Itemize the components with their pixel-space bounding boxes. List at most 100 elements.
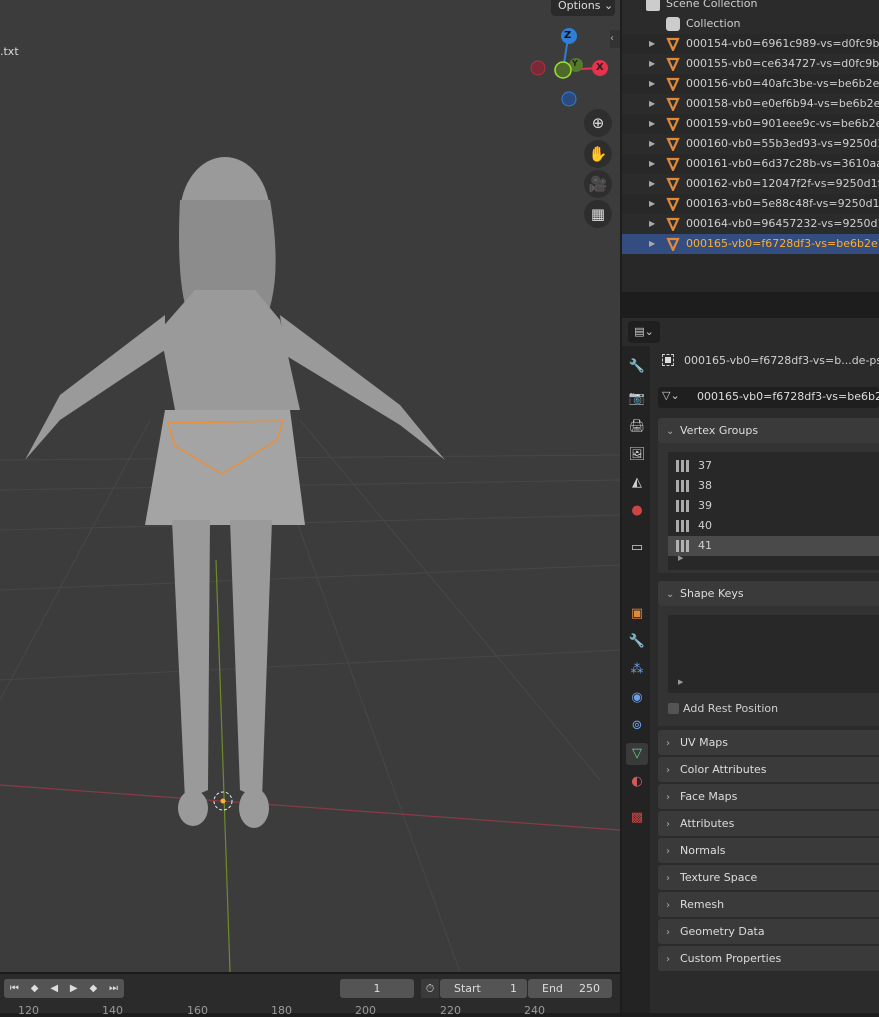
expand-arrow-icon[interactable]: ▶ <box>649 74 655 94</box>
play-icon[interactable]: ▶ <box>70 979 78 998</box>
add-rest-position-checkbox[interactable] <box>668 703 679 714</box>
3d-viewport[interactable]: .txt Z Y X Options ⌄ ‹ ⊕ ✋ 🎥 ▦ <box>0 0 620 972</box>
object-icon <box>662 354 674 366</box>
start-frame-field[interactable]: Start 1 <box>440 979 527 998</box>
outliner-scene-collection[interactable]: Scene Collection <box>622 0 879 14</box>
options-dropdown[interactable]: Options ⌄ <box>551 0 615 16</box>
expand-arrow-icon[interactable]: ▶ <box>649 234 655 254</box>
frame-tick: 220 <box>440 1004 461 1017</box>
outliner-item[interactable]: ▶ 000160-vb0=55b3ed93-vs=9250d1f <box>622 134 879 154</box>
shape-keys-panel-header[interactable]: ⌄ Shape Keys <box>658 581 879 606</box>
frame-tick: 240 <box>524 1004 545 1017</box>
gizmo-z-label[interactable]: Z <box>564 30 571 41</box>
outliner-item-label: 000156-vb0=40afc3be-vs=be6b2e71 <box>686 77 879 90</box>
expand-arrow-icon[interactable]: ▶ <box>649 194 655 214</box>
physics-tab-icon[interactable]: ◉ <box>626 687 648 709</box>
world-tab-icon[interactable]: ● <box>626 500 648 522</box>
panel-header[interactable]: › Face Maps <box>658 784 879 809</box>
output-tab-icon[interactable]: 🖨 <box>626 416 648 438</box>
scene-tab-icon[interactable]: ◭ <box>626 472 648 494</box>
outliner-item[interactable]: ▶ 000164-vb0=96457232-vs=9250d1 <box>622 214 879 234</box>
mesh-object-icon <box>666 97 680 111</box>
vertex-group-icon <box>676 520 689 532</box>
expand-arrow-icon[interactable]: ▶ <box>649 214 655 234</box>
zoom-icon[interactable]: ⊕ <box>584 109 612 137</box>
panel-header[interactable]: › Normals <box>658 838 879 863</box>
outliner-item[interactable]: ▶ 000154-vb0=6961c989-vs=d0fc9b9 <box>622 34 879 54</box>
expand-arrow-icon[interactable]: ▶ <box>649 114 655 134</box>
gizmo-x-label[interactable]: X <box>596 62 604 73</box>
camera-icon[interactable]: 🎥 <box>584 170 612 198</box>
vertex-group-item[interactable]: 37 <box>668 456 879 476</box>
outliner-item[interactable]: ▶ 000161-vb0=6d37c28b-vs=3610aaa <box>622 154 879 174</box>
expand-arrow-icon[interactable]: ▶ <box>649 34 655 54</box>
panel-header[interactable]: › UV Maps <box>658 730 879 755</box>
view-layer-tab-icon[interactable]: 🖼 <box>626 444 648 466</box>
mesh-object-icon <box>666 217 680 231</box>
material-tab-icon[interactable]: ◐ <box>626 771 648 793</box>
vertex-group-item[interactable]: 41 <box>668 536 879 556</box>
vertex-group-name: 37 <box>698 459 712 472</box>
vertex-group-item[interactable]: 38 <box>668 476 879 496</box>
mesh-data-selector[interactable]: ▽⌄ 000165-vb0=f6728df3-vs=be6b2e <box>658 387 879 408</box>
outliner-item[interactable]: ▶ 000163-vb0=5e88c48f-vs=9250d1f4 <box>622 194 879 214</box>
panel-header[interactable]: › Remesh <box>658 892 879 917</box>
list-expand-icon[interactable]: ▶ <box>678 554 683 562</box>
panel-label: Remesh <box>680 898 725 911</box>
outliner-item[interactable]: ▶ 000159-vb0=901eee9c-vs=be6b2e7 <box>622 114 879 134</box>
outliner-item[interactable]: ▶ 000156-vb0=40afc3be-vs=be6b2e71 <box>622 74 879 94</box>
mesh-data-icon[interactable]: ▽⌄ <box>662 389 680 402</box>
expand-arrow-icon[interactable]: ▶ <box>649 154 655 174</box>
object-tab-icon[interactable]: ▣ <box>626 603 648 625</box>
sidebar-toggle-icon[interactable]: ‹ <box>610 30 620 48</box>
editor-type-dropdown[interactable]: ▤⌄ <box>628 321 660 343</box>
mesh-data-tab-icon[interactable]: ▽ <box>626 743 648 765</box>
timeline[interactable]: ⏮ ◆ ◀ ▶ ◆ ⏭ 1 ⏱ Start 1 End 250 120 140 160 180… <box>0 972 620 1017</box>
outliner-item[interactable]: ▶ 000162-vb0=12047f2f-vs=9250d1f4 <box>622 174 879 194</box>
modifier-tab-icon[interactable]: 🔧 <box>626 631 648 653</box>
properties-editor[interactable]: ▤⌄ 🔧 📷 🖨 🖼 ◭ ● ▭ ▣ 🔧 ⁂ ◉ ⊚ ▽ ◐ ▩ 000165-… <box>622 318 879 1013</box>
vertex-groups-panel-header[interactable]: ⌄ Vertex Groups <box>658 418 879 443</box>
expand-arrow-icon[interactable]: ▶ <box>649 94 655 114</box>
outliner-item[interactable]: ▶ 000155-vb0=ce634727-vs=d0fc9b9 <box>622 54 879 74</box>
vertex-group-item[interactable]: 40 <box>668 516 879 536</box>
vertex-group-name: 40 <box>698 519 712 532</box>
panel-header[interactable]: › Custom Properties <box>658 946 879 971</box>
hand-pan-icon[interactable]: ✋ <box>584 140 612 168</box>
end-frame-field[interactable]: End 250 <box>528 979 612 998</box>
list-expand-icon[interactable]: ▶ <box>678 678 683 686</box>
panel-header[interactable]: › Color Attributes <box>658 757 879 782</box>
panel-header[interactable]: › Texture Space <box>658 865 879 890</box>
outliner-collection[interactable]: Collection <box>622 14 879 34</box>
expand-arrow-icon[interactable]: ▶ <box>649 54 655 74</box>
jump-end-icon[interactable]: ⏭ <box>109 979 118 998</box>
play-reverse-icon[interactable]: ◀ <box>50 979 58 998</box>
shape-keys-list[interactable] <box>668 615 879 693</box>
outliner-item[interactable]: ▶ 000158-vb0=e0ef6b94-vs=be6b2e71 <box>622 94 879 114</box>
shape-keys-label: Shape Keys <box>680 587 744 600</box>
panel-header[interactable]: › Geometry Data <box>658 919 879 944</box>
constraints-tab-icon[interactable]: ⊚ <box>626 715 648 737</box>
mesh-name-field[interactable]: 000165-vb0=f6728df3-vs=be6b2e <box>697 390 879 403</box>
chevron-down-icon: ⌄ <box>666 426 675 437</box>
expand-arrow-icon[interactable]: ▶ <box>649 134 655 154</box>
grid-ortho-icon[interactable]: ▦ <box>584 200 612 228</box>
expand-arrow-icon[interactable]: ▶ <box>649 174 655 194</box>
next-keyframe-icon[interactable]: ◆ <box>89 979 97 998</box>
tool-tab-icon[interactable]: 🔧 <box>626 356 648 378</box>
stopwatch-icon[interactable]: ⏱ <box>421 979 439 998</box>
prev-keyframe-icon[interactable]: ◆ <box>31 979 39 998</box>
texture-tab-icon[interactable]: ▩ <box>626 807 648 829</box>
collection-tab-icon[interactable]: ▭ <box>626 537 648 559</box>
outliner-item[interactable]: ▶ 000165-vb0=f6728df3-vs=be6b2e71 <box>622 234 879 254</box>
mesh-object-icon <box>666 197 680 211</box>
outliner[interactable]: Scene Collection Collection ▶ 000154-vb0=69… <box>622 0 879 292</box>
gizmo-y-label[interactable]: Y <box>572 59 578 68</box>
particles-tab-icon[interactable]: ⁂ <box>626 659 648 681</box>
render-tab-icon[interactable]: 📷 <box>626 388 648 410</box>
panel-header[interactable]: › Attributes <box>658 811 879 836</box>
panel-label: Geometry Data <box>680 925 765 938</box>
vertex-group-item[interactable]: 39 <box>668 496 879 516</box>
current-frame-field[interactable]: 1 <box>340 979 414 998</box>
jump-start-icon[interactable]: ⏮ <box>10 979 19 998</box>
